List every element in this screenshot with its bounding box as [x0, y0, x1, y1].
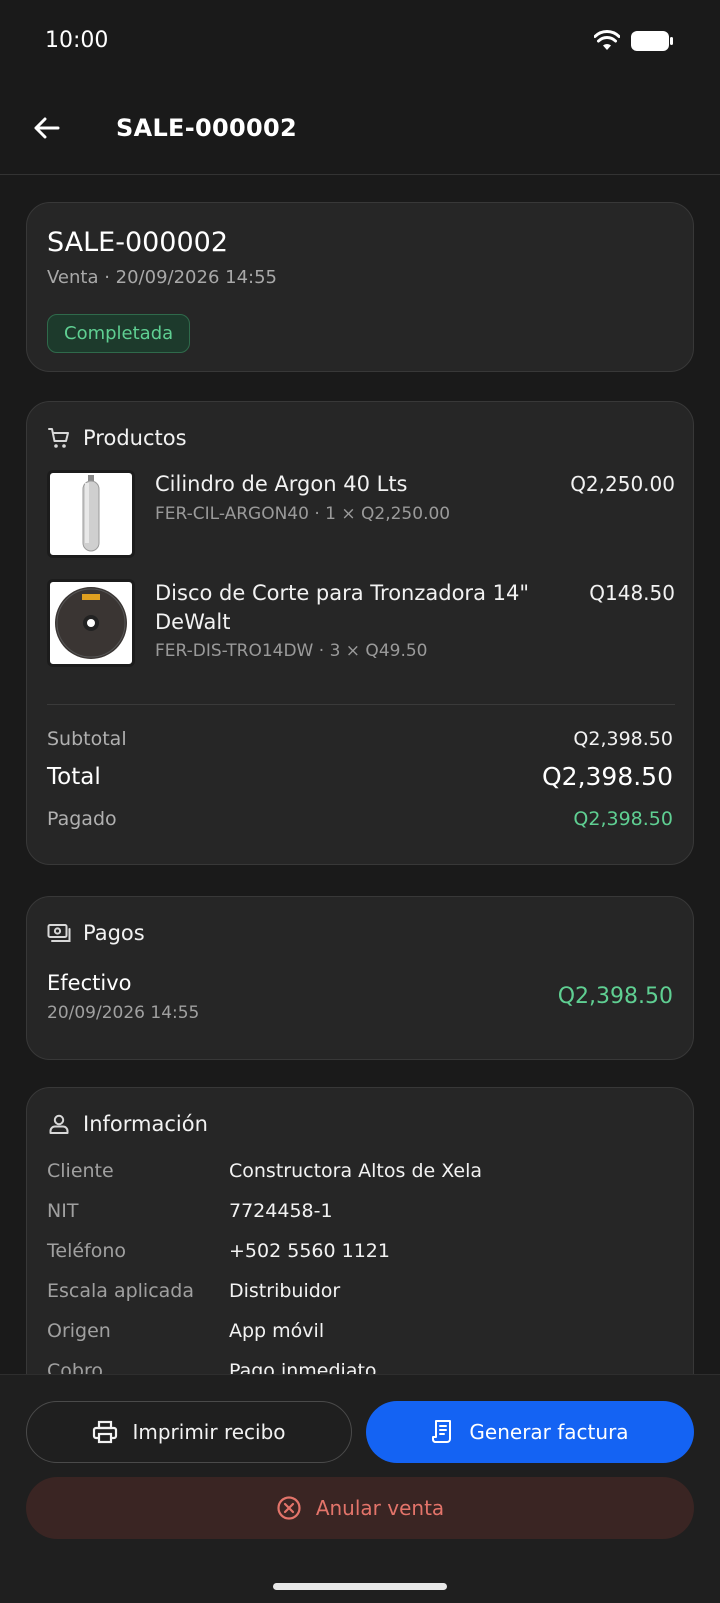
product-meta: FER-CIL-ARGON40 · 1 × Q2,250.00	[155, 504, 451, 524]
sale-summary-card: SALE-000002 Venta · 20/09/2026 14:55 Com…	[26, 202, 694, 372]
info-label-origen: Origen	[47, 1320, 111, 1342]
info-label-cobro: Cobro	[47, 1360, 103, 1374]
total-value: Q2,398.50	[541, 762, 673, 791]
product-item[interactable]: Disco de Corte para Tronzadora 14" DeWal…	[47, 579, 675, 671]
info-label-escala: Escala aplicada	[47, 1280, 195, 1302]
print-receipt-button[interactable]: Imprimir recibo	[26, 1401, 352, 1463]
user-icon	[49, 1114, 69, 1134]
bottom-action-bar: Imprimir recibo Generar factura Anular v…	[0, 1374, 720, 1603]
products-title: Productos	[83, 426, 187, 450]
content-scroll[interactable]: SALE-000002 Venta · 20/09/2026 14:55 Com…	[0, 176, 720, 1374]
void-sale-label: Anular venta	[315, 1496, 445, 1520]
payment-date: 20/09/2026 14:55	[47, 1003, 200, 1023]
home-indicator[interactable]	[273, 1583, 447, 1590]
info-title: Información	[83, 1112, 208, 1136]
subtotal-label: Subtotal	[47, 728, 127, 750]
info-label-nit: NIT	[47, 1200, 79, 1222]
gas-cylinder-icon	[82, 475, 100, 552]
generate-invoice-button[interactable]: Generar factura	[366, 1401, 694, 1463]
product-name: Disco de Corte para Tronzadora 14" DeWal…	[155, 581, 529, 634]
paid-label: Pagado	[47, 808, 117, 830]
product-item[interactable]: Cilindro de Argon 40 Lts FER-CIL-ARGON40…	[47, 470, 675, 560]
info-value-cliente: Constructora Altos de Xela	[229, 1160, 483, 1182]
info-label-cliente: Cliente	[47, 1160, 114, 1182]
cart-icon	[48, 428, 69, 448]
sale-subtitle: Venta · 20/09/2026 14:55	[47, 267, 277, 288]
divider	[47, 704, 675, 705]
void-sale-button[interactable]: Anular venta	[26, 1477, 694, 1539]
generate-invoice-label: Generar factura	[469, 1420, 629, 1444]
wifi-icon	[594, 30, 620, 50]
products-card: Productos Cilindro de Argon 40 Lts FER-C…	[26, 401, 694, 865]
paid-value: Q2,398.50	[573, 808, 673, 830]
status-icons	[594, 30, 674, 52]
product-meta: FER-DIS-TRO14DW · 3 × Q49.50	[155, 641, 428, 661]
cutting-disc-icon	[55, 587, 127, 659]
info-label-telefono: Teléfono	[47, 1240, 127, 1262]
product-price: Q148.50	[589, 581, 675, 605]
payments-card: Pagos Efectivo 20/09/2026 14:55 Q2,398.5…	[26, 896, 694, 1060]
product-price: Q2,250.00	[570, 472, 675, 496]
print-receipt-label: Imprimir recibo	[132, 1420, 286, 1444]
status-time: 10:00	[45, 28, 109, 53]
status-bar: 10:00	[0, 0, 720, 84]
info-card: Información Cliente Constructora Altos d…	[26, 1087, 694, 1374]
cash-icon	[47, 924, 71, 942]
info-value-nit: 7724458-1	[229, 1200, 333, 1222]
arrow-left-icon	[34, 117, 60, 139]
payments-title: Pagos	[83, 921, 145, 945]
info-value-cobro: Pago inmediato	[229, 1360, 377, 1374]
payment-method: Efectivo	[47, 971, 132, 995]
subtotal-value: Q2,398.50	[573, 728, 673, 750]
info-header: Información	[47, 1112, 208, 1136]
page-title: SALE-000002	[116, 114, 298, 142]
printer-icon	[93, 1420, 118, 1444]
back-button[interactable]	[26, 108, 66, 148]
info-value-origen: App móvil	[229, 1320, 325, 1342]
receipt-icon	[432, 1420, 452, 1443]
payment-amount: Q2,398.50	[557, 984, 673, 1009]
app-bar: SALE-000002	[0, 84, 720, 175]
product-image	[47, 470, 135, 558]
payments-header: Pagos	[47, 921, 145, 945]
products-header: Productos	[47, 426, 187, 450]
info-value-telefono: +502 5560 1121	[229, 1240, 390, 1262]
sale-id: SALE-000002	[47, 227, 229, 258]
product-name: Cilindro de Argon 40 Lts	[155, 472, 408, 496]
status-badge: Completada	[47, 314, 191, 353]
battery-icon	[631, 31, 673, 51]
cancel-circle-icon	[277, 1496, 301, 1520]
product-image	[47, 579, 135, 667]
total-label: Total	[47, 764, 101, 790]
info-value-escala: Distribuidor	[229, 1280, 341, 1302]
